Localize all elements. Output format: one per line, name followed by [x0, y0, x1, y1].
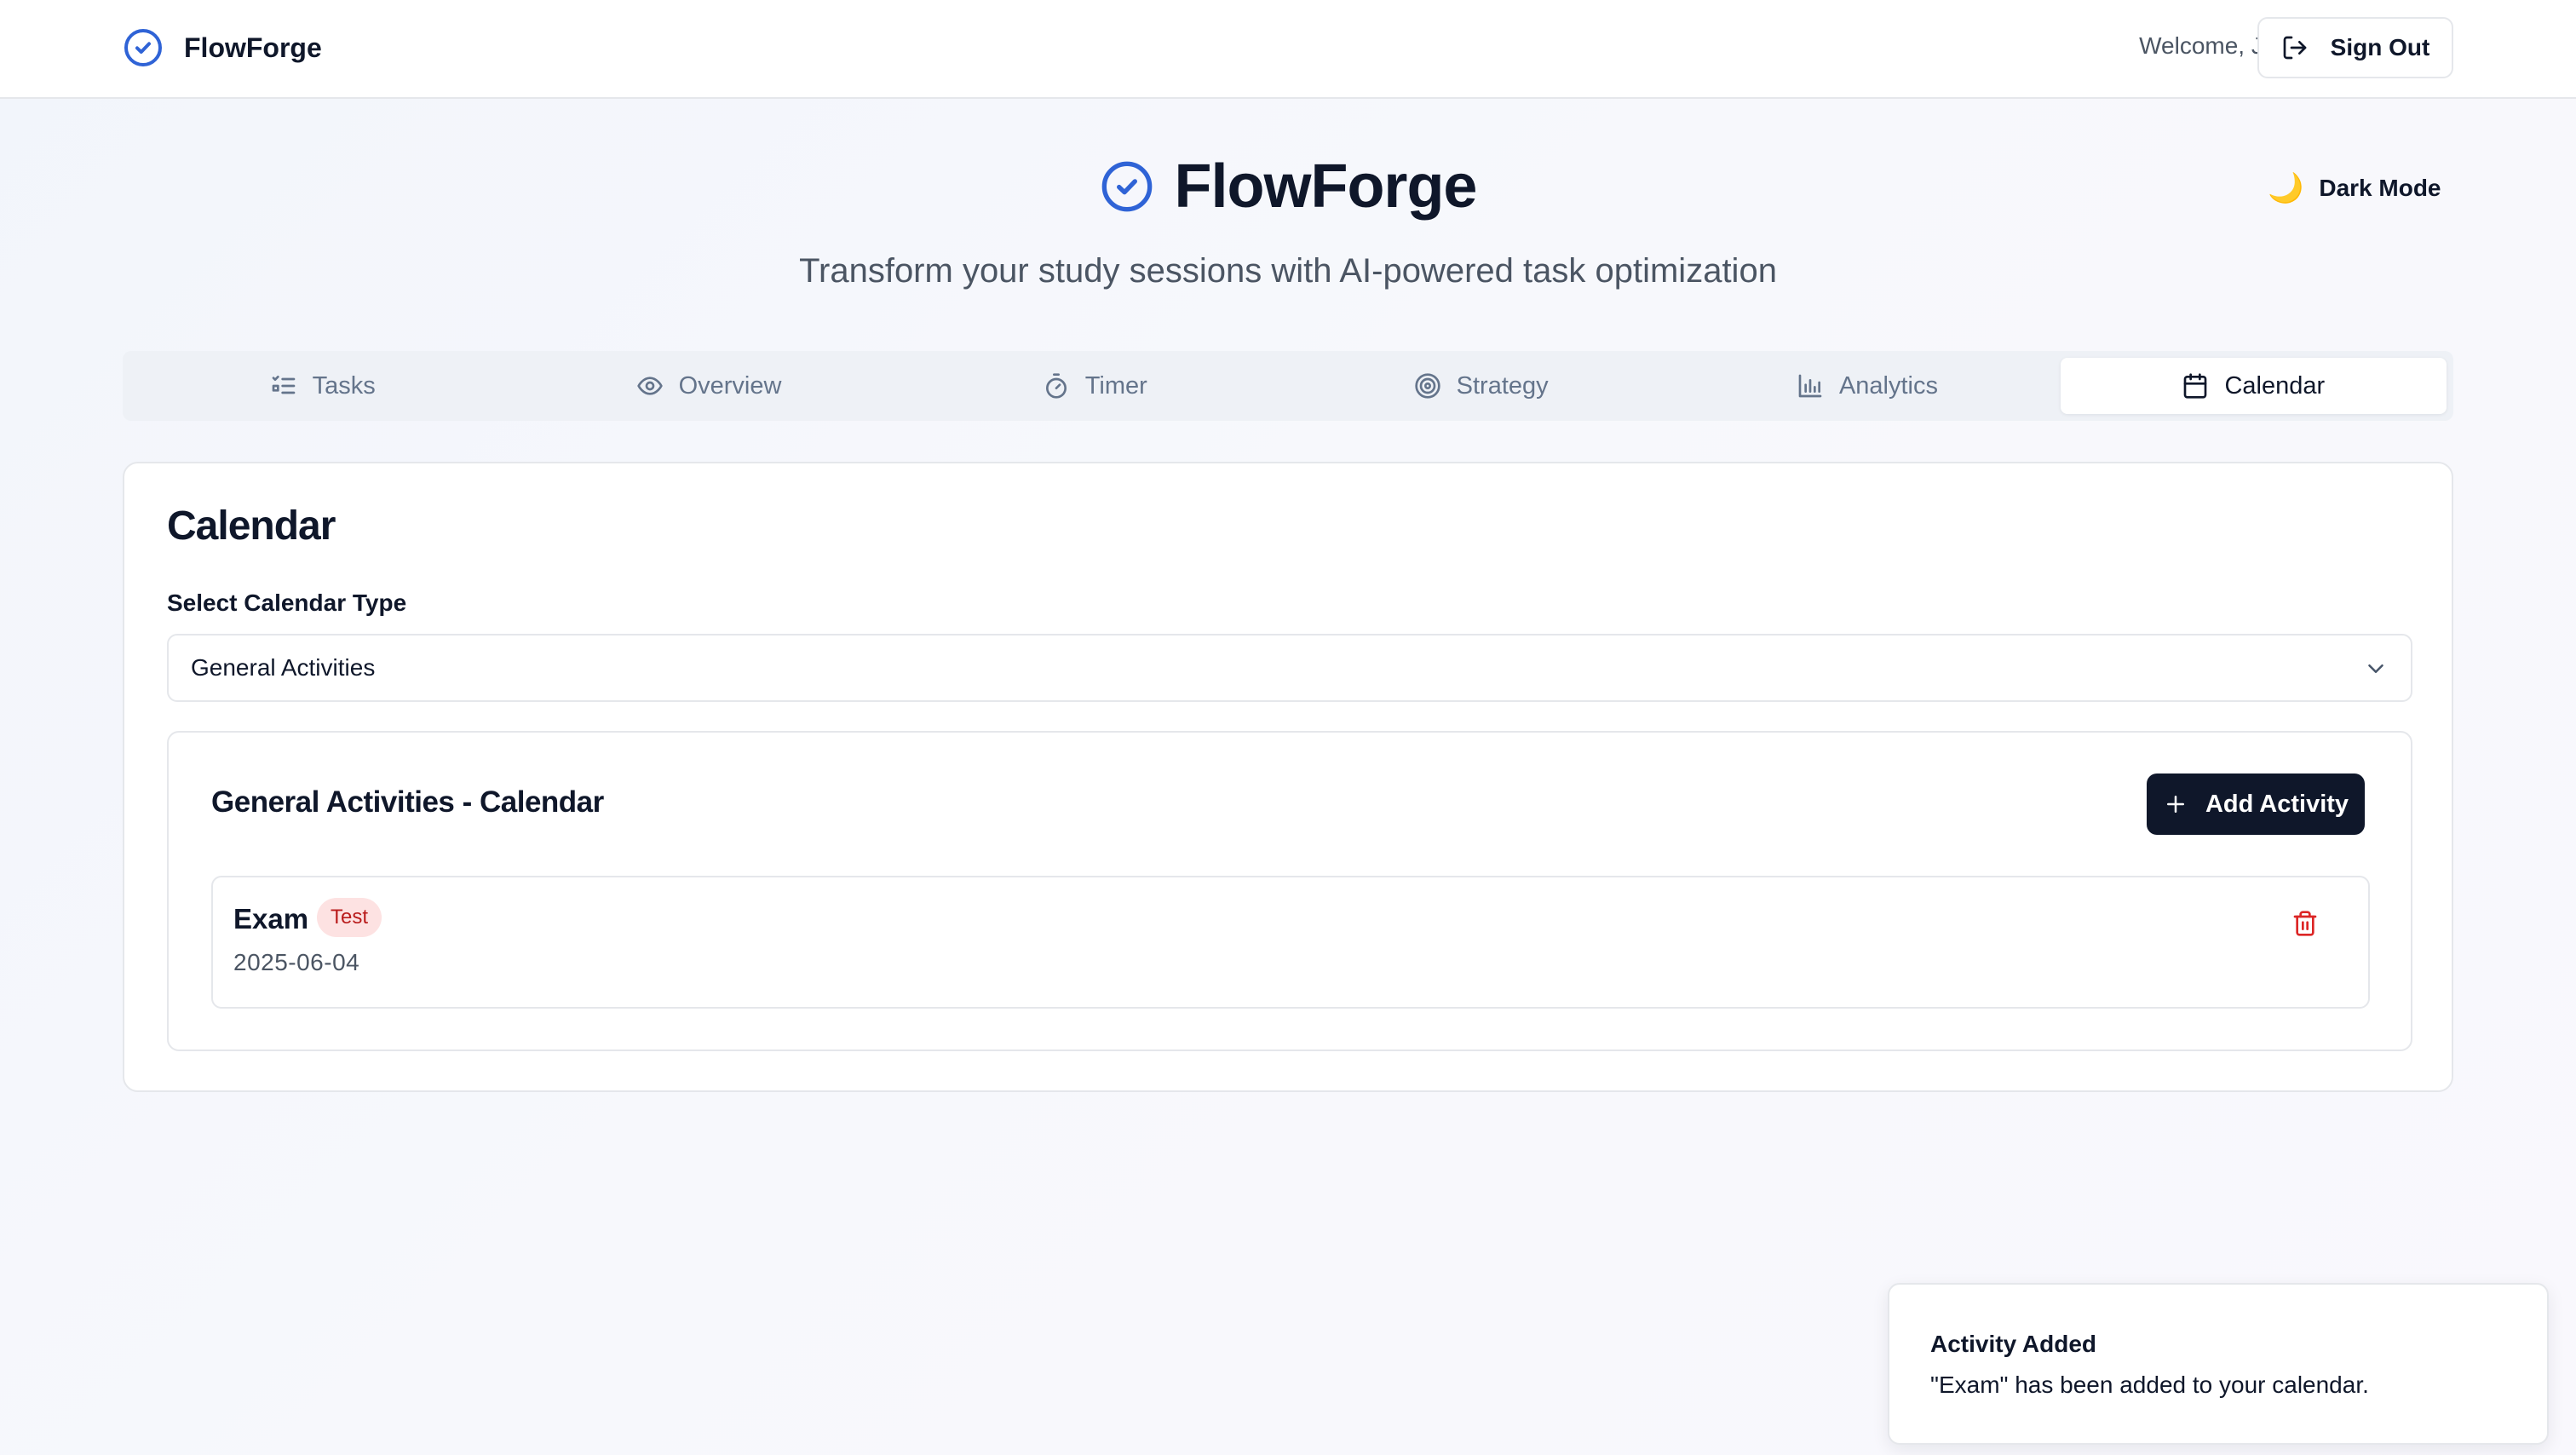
activity-date: 2025-06-04	[233, 949, 360, 975]
tab-label: Tasks	[312, 371, 376, 400]
trash-icon[interactable]	[2291, 910, 2319, 937]
bar-chart-icon	[1798, 374, 1822, 398]
target-icon	[1414, 373, 1440, 399]
tab-strategy[interactable]: Strategy	[1288, 358, 1674, 414]
calendar-type-select[interactable]: General Activities	[167, 634, 2412, 702]
toast-notification: Activity Added "Exam" has been added to …	[1888, 1283, 2549, 1445]
list-checks-icon	[272, 376, 295, 394]
check-circle-icon	[1101, 161, 1152, 212]
moon-icon: 🌙	[2268, 172, 2304, 204]
tab-label: Calendar	[2224, 371, 2326, 400]
timer-icon	[1045, 373, 1067, 399]
tab-overview[interactable]: Overview	[515, 358, 901, 414]
plus-icon	[2166, 796, 2184, 813]
calendar-type-label: Select Calendar Type	[167, 589, 407, 616]
calendar-title: Calendar	[167, 503, 336, 549]
calendar-icon	[2184, 373, 2207, 399]
toast-title: Activity Added	[1930, 1331, 2096, 1357]
sign-out-label: Sign Out	[2330, 34, 2430, 60]
eye-icon	[636, 377, 663, 395]
activities-panel: General Activities - Calendar Add Activi…	[167, 731, 2412, 1051]
sign-out-button[interactable]: Sign Out	[2257, 17, 2453, 78]
tab-label: Strategy	[1456, 371, 1549, 400]
activity-name: Exam	[233, 903, 309, 935]
add-activity-label: Add Activity	[2205, 790, 2349, 818]
page-title: FlowForge	[1174, 152, 1478, 221]
check-circle-icon	[124, 29, 162, 66]
tab-bar: Tasks Overview Timer Strategy Analytics …	[123, 351, 2453, 421]
tab-timer[interactable]: Timer	[902, 358, 1288, 414]
log-out-icon	[2283, 36, 2307, 60]
tab-calendar[interactable]: Calendar	[2060, 358, 2447, 414]
add-activity-button[interactable]: Add Activity	[2147, 774, 2365, 835]
page-subtitle: Transform your study sessions with AI-po…	[799, 252, 1777, 290]
chevron-down-icon	[2368, 664, 2383, 673]
top-navbar: FlowForge Welcome, Jake Sign Out	[0, 0, 2576, 99]
activity-tag-badge: Test	[317, 898, 382, 937]
brand[interactable]: FlowForge	[123, 27, 322, 68]
tab-label: Timer	[1084, 371, 1147, 400]
dark-mode-toggle[interactable]: 🌙 Dark Mode	[2259, 169, 2450, 208]
tab-label: Analytics	[1838, 371, 1938, 400]
tab-tasks[interactable]: Tasks	[129, 358, 515, 414]
tab-analytics[interactable]: Analytics	[1674, 358, 2060, 414]
dark-mode-label: Dark Mode	[2319, 175, 2441, 201]
activities-section-title: General Activities - Calendar	[211, 785, 604, 819]
hero-title-row: FlowForge	[0, 152, 2576, 221]
calendar-card: Calendar Select Calendar Type General Ac…	[123, 462, 2453, 1092]
activity-item: Exam Test 2025-06-04	[211, 876, 2370, 1009]
tab-label: Overview	[678, 371, 782, 400]
brand-name: FlowForge	[184, 32, 322, 63]
toast-message: "Exam" has been added to your calendar.	[1930, 1372, 2369, 1398]
calendar-type-value: General Activities	[191, 654, 376, 681]
